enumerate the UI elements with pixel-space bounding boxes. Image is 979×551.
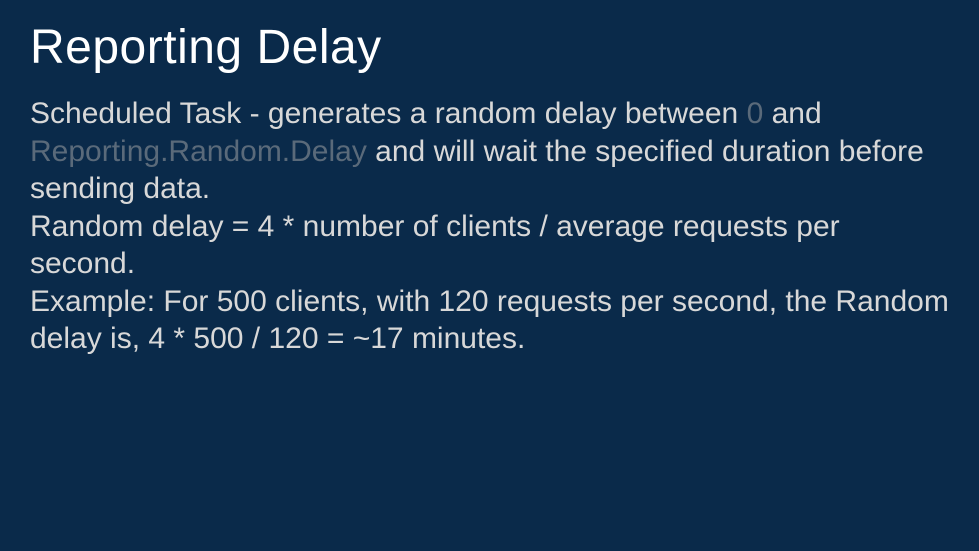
slide-body: Scheduled Task - generates a random dela… xyxy=(30,95,949,358)
paragraph-2: Random delay = 4 * number of clients / a… xyxy=(30,208,949,283)
slide-title: Reporting Delay xyxy=(30,20,949,75)
p1-text-a: Scheduled Task - generates a random dela… xyxy=(30,97,747,130)
p1-text-b: and xyxy=(763,97,821,130)
paragraph-3: Example: For 500 clients, with 120 reque… xyxy=(30,283,949,358)
p1-zero: 0 xyxy=(747,97,764,130)
paragraph-1: Scheduled Task - generates a random dela… xyxy=(30,95,949,208)
p1-param: Reporting.Random.Delay xyxy=(30,135,367,168)
